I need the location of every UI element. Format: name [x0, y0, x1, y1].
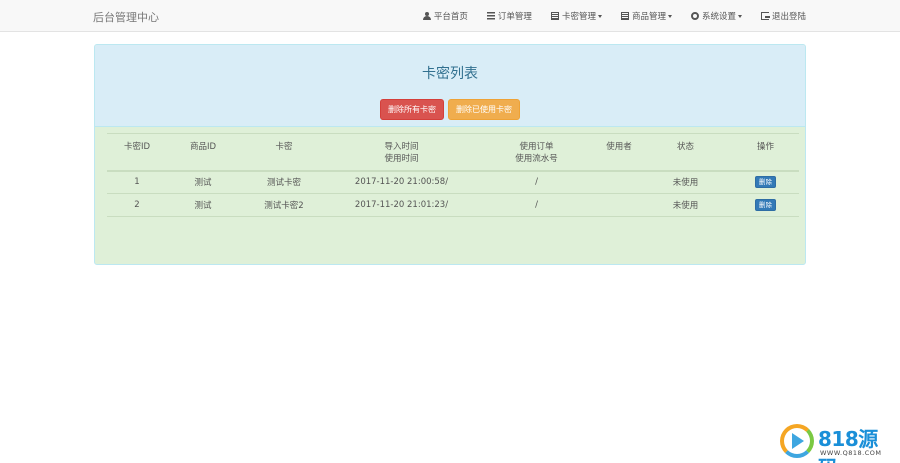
nav-item-label: 卡密管理 — [561, 12, 596, 22]
watermark-logo: 818源码 WWW.Q818.COM — [778, 422, 894, 463]
delete-card-button[interactable]: 删除 — [755, 176, 776, 189]
page-title: 卡密列表 — [422, 66, 478, 82]
table-header-row: 卡密ID 商品ID 卡密 导入时间 使用时间 使用订单 使用流水号 使用者 状态 操… — [107, 133, 799, 171]
cell-order: / — [535, 200, 538, 210]
watermark-text: 818源码 — [818, 427, 878, 463]
panel-heading: 卡密列表 删除所有卡密 删除已使用卡密 — [95, 45, 805, 127]
caret-down-icon — [737, 14, 742, 18]
column-header-status: 状态 — [676, 142, 694, 152]
nav-item-home[interactable]: 平台首页 — [422, 10, 468, 22]
cell-status: 未使用 — [672, 178, 699, 189]
delete-all-cards-button[interactable]: 删除所有卡密 — [380, 99, 444, 120]
card-table: 卡密ID 商品ID 卡密 导入时间 使用时间 使用订单 使用流水号 使用者 状态 操… — [107, 133, 799, 217]
delete-used-cards-button[interactable]: 删除已使用卡密 — [448, 99, 520, 120]
column-header-product-id: 商品ID — [189, 142, 217, 152]
cell-product: 测试 — [194, 201, 212, 211]
gear-icon — [690, 12, 699, 20]
card-list-panel: 卡密列表 删除所有卡密 删除已使用卡密 卡密ID 商品ID 卡密 导入时间 使用时… — [94, 44, 806, 265]
cell-action: 删除 — [732, 171, 799, 194]
delete-card-button[interactable]: 删除 — [755, 199, 776, 211]
nav-item-cards[interactable]: 卡密管理 — [550, 10, 602, 22]
column-header-order: 使用订单 使用流水号 — [515, 142, 558, 164]
cell-card: 测试卡密2 — [264, 201, 304, 211]
column-header-card-id: 卡密ID — [123, 142, 151, 152]
table-row: 1 测试 测试卡密 2017-11-20 21:00:58/ / 未使用 删除 — [107, 171, 799, 194]
list-icon — [620, 12, 629, 20]
cell-card: 测试卡密 — [266, 178, 301, 189]
cell-card-id: 2 — [134, 200, 140, 210]
brand-title[interactable]: 后台管理中心 — [93, 9, 159, 25]
column-header-user: 使用者 — [606, 142, 632, 152]
user-icon — [422, 12, 431, 20]
nav-item-label: 系统设置 — [701, 12, 736, 22]
cell-product: 测试 — [194, 178, 212, 189]
nav-item-label: 退出登陆 — [771, 12, 806, 22]
panel-actions: 删除所有卡密 删除已使用卡密 — [95, 99, 805, 120]
nav-item-products[interactable]: 商品管理 — [620, 10, 672, 22]
nav-item-label: 订单管理 — [497, 12, 532, 22]
cell-user — [599, 194, 639, 217]
caret-down-icon — [597, 14, 602, 18]
nav-item-orders[interactable]: 订单管理 — [486, 10, 532, 22]
nav-menu: 平台首页 订单管理 卡密管理 商品管理 系统设置 退出登陆 — [404, 0, 806, 32]
cell-time: 2017-11-20 21:01:23/ — [354, 200, 449, 210]
nav-item-label: 平台首页 — [433, 12, 468, 22]
column-header-time: 导入时间 使用时间 — [384, 142, 419, 164]
play-icon — [792, 433, 804, 449]
watermark-url: WWW.Q818.COM — [820, 449, 882, 457]
column-header-action: 操作 — [756, 142, 774, 152]
logout-icon — [760, 12, 770, 20]
list-icon — [550, 12, 559, 20]
caret-down-icon — [667, 14, 672, 18]
list-icon — [486, 12, 495, 20]
cell-status: 未使用 — [672, 201, 699, 211]
cell-card-id: 1 — [134, 177, 140, 188]
nav-item-logout[interactable]: 退出登陆 — [760, 10, 806, 22]
cell-user — [599, 171, 639, 194]
table-row: 2 测试 测试卡密2 2017-11-20 21:01:23/ / 未使用 删除 — [107, 194, 799, 217]
column-header-card: 卡密 — [275, 142, 293, 152]
cell-action: 删除 — [732, 194, 799, 217]
cell-time: 2017-11-20 21:00:58/ — [354, 177, 449, 188]
top-navbar: 后台管理中心 平台首页 订单管理 卡密管理 商品管理 系统设置 退出登陆 — [0, 0, 900, 32]
cell-order: / — [535, 177, 538, 188]
nav-item-label: 商品管理 — [631, 12, 666, 22]
nav-item-settings[interactable]: 系统设置 — [690, 10, 742, 22]
